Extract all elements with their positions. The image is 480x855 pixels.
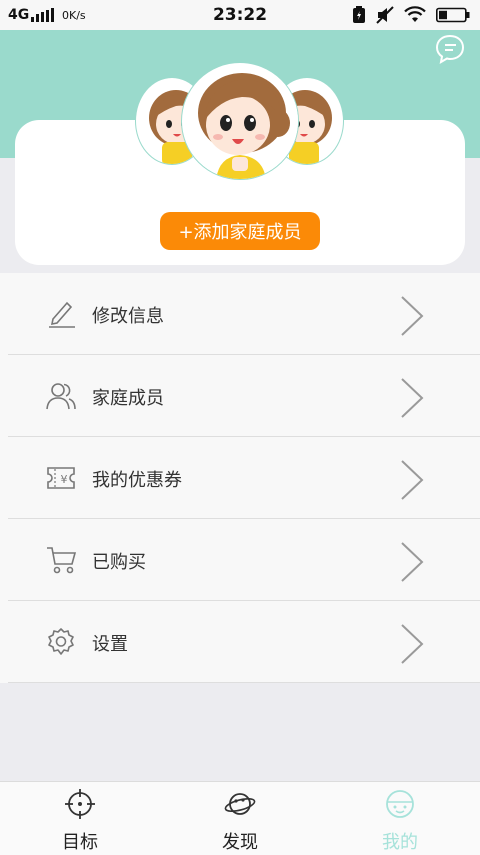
menu-item-settings[interactable]: 设置	[0, 601, 480, 683]
chevron-right-icon	[401, 460, 424, 500]
divider	[8, 682, 480, 683]
mute-icon	[376, 6, 394, 24]
status-bar: 4G 0K/s 23:22	[0, 0, 480, 30]
chevron-right-icon	[401, 296, 424, 336]
svg-text:¥: ¥	[61, 473, 68, 486]
tab-mine[interactable]: 我的	[320, 782, 480, 855]
family-icon	[46, 383, 76, 410]
menu-item-label: 修改信息	[92, 306, 164, 327]
avatar-main[interactable]	[181, 62, 299, 180]
target-icon	[65, 789, 95, 819]
coupon-icon: ¥	[47, 467, 75, 489]
menu-item-label: 已购买	[92, 552, 146, 573]
add-family-member-button[interactable]: +添加家庭成员	[160, 212, 320, 250]
settings-menu: 修改信息 家庭成员 ¥ 我的优惠券 已购买 设置	[0, 273, 480, 683]
tab-label: 目标	[62, 832, 98, 853]
wifi-icon	[404, 6, 426, 22]
battery-icon	[436, 7, 470, 23]
planet-icon	[224, 793, 256, 815]
menu-item-coupons[interactable]: ¥ 我的优惠券	[0, 437, 480, 519]
tab-label: 发现	[222, 832, 258, 853]
menu-item-purchased[interactable]: 已购买	[0, 519, 480, 601]
chevron-right-icon	[401, 624, 424, 664]
menu-item-family-members[interactable]: 家庭成员	[0, 355, 480, 437]
cartoon-girl-avatar-image	[183, 64, 298, 179]
tab-label: 我的	[382, 832, 418, 853]
tab-goals[interactable]: 目标	[0, 782, 160, 855]
chevron-right-icon	[401, 378, 424, 418]
edit-icon	[49, 301, 75, 328]
tab-discover[interactable]: 发现	[160, 782, 320, 855]
menu-item-label: 我的优惠券	[92, 470, 182, 491]
menu-item-label: 家庭成员	[92, 388, 164, 409]
gear-icon	[48, 628, 74, 655]
face-icon	[386, 790, 414, 818]
chevron-right-icon	[401, 542, 424, 582]
menu-item-label: 设置	[92, 634, 128, 655]
chat-bubble-icon[interactable]	[434, 33, 466, 65]
bottom-nav: 目标 发现 我的	[0, 781, 480, 855]
cart-icon	[47, 547, 77, 574]
battery-saver-icon	[353, 6, 365, 23]
menu-item-edit-info[interactable]: 修改信息	[0, 273, 480, 355]
